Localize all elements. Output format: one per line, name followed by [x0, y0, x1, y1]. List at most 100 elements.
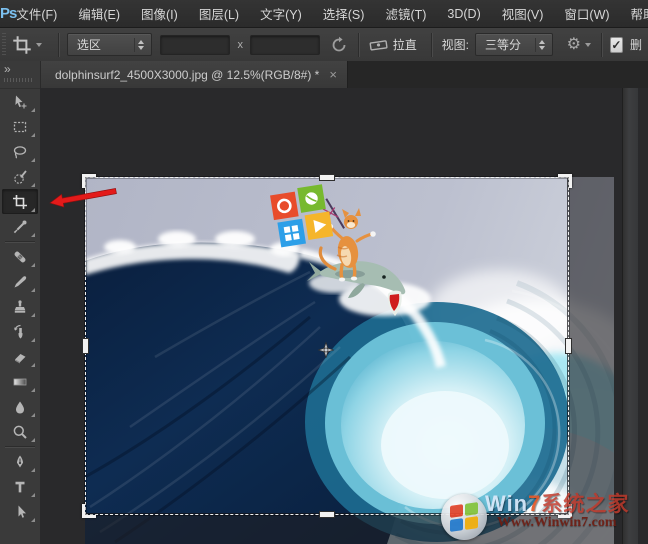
- menu-help[interactable]: 帮助(H): [631, 4, 648, 23]
- menu-image[interactable]: 图像(I): [141, 4, 178, 23]
- tool-spot-healing-brush[interactable]: [2, 244, 38, 269]
- crop-handle-top-right[interactable]: [558, 174, 572, 188]
- flyout-icon: [31, 438, 35, 442]
- updown-arrows-icon: [535, 38, 548, 52]
- close-icon[interactable]: ×: [329, 67, 337, 82]
- crop-width-input[interactable]: [160, 35, 230, 55]
- tool-eraser[interactable]: [2, 344, 38, 369]
- separator: [358, 33, 359, 57]
- tool-eyedropper[interactable]: [2, 214, 38, 239]
- flyout-icon: [31, 288, 35, 292]
- overlay-view-dropdown[interactable]: 三等分: [475, 33, 553, 56]
- tools-panel: »: [0, 61, 41, 544]
- chevron-down-icon: [585, 43, 591, 47]
- flyout-icon: [31, 338, 35, 342]
- photoshop-window: Ps 文件(F) 编辑(E) 图像(I) 图层(L) 文字(Y) 选择(S) 滤…: [0, 0, 648, 544]
- check-icon: ✓: [611, 38, 621, 52]
- options-bar-grabber[interactable]: [2, 33, 6, 57]
- flyout-icon: [31, 108, 35, 112]
- flyout-icon: [31, 233, 35, 237]
- crop-settings-button[interactable]: ⚙: [567, 37, 591, 53]
- delete-cropped-pixels-label: 删: [630, 36, 642, 53]
- collapse-panel-button[interactable]: »: [4, 62, 11, 76]
- gear-icon: ⚙: [567, 37, 581, 53]
- crop-pivot-crosshair[interactable]: [318, 342, 334, 358]
- crop-icon: [12, 35, 32, 55]
- document-title: dolphinsurf2_4500X3000.jpg @ 12.5%(RGB/8…: [55, 68, 319, 82]
- tool-clone-stamp[interactable]: [2, 294, 38, 319]
- menu-file[interactable]: 文件(F): [16, 4, 57, 23]
- crop-handle-bottom-left[interactable]: [82, 504, 96, 518]
- panel-grabber[interactable]: [4, 78, 32, 82]
- tool-group-divider: [5, 446, 35, 447]
- swap-dimensions-button[interactable]: [330, 36, 348, 54]
- separator: [431, 33, 432, 57]
- tool-path-selection[interactable]: [2, 499, 38, 524]
- crop-handle-top[interactable]: [319, 174, 335, 181]
- menubar: Ps 文件(F) 编辑(E) 图像(I) 图层(L) 文字(Y) 选择(S) 滤…: [0, 0, 648, 28]
- straighten-label[interactable]: 拉直: [393, 36, 417, 53]
- crop-aspect-value: 选区: [77, 36, 127, 53]
- tool-crop[interactable]: [2, 189, 38, 214]
- overlay-view-value: 三等分: [485, 36, 527, 53]
- delete-cropped-pixels-checkbox[interactable]: ✓: [610, 37, 623, 53]
- menu-view[interactable]: 视图(V): [502, 4, 544, 23]
- menu-3d[interactable]: 3D(D): [447, 7, 480, 21]
- updown-arrows-icon: [134, 38, 147, 52]
- watermark-brand: Win7系统之家: [485, 488, 629, 518]
- flyout-icon: [31, 158, 35, 162]
- flyout-icon: [31, 183, 35, 187]
- flyout-icon: [31, 208, 35, 212]
- options-bar: 选区 x 拉直 视图: 三等分 ⚙: [0, 28, 648, 62]
- menu-window[interactable]: 窗口(W): [564, 4, 609, 23]
- rotate-arrow-icon: [330, 36, 348, 54]
- tool-gradient[interactable]: [2, 369, 38, 394]
- crop-handle-right[interactable]: [565, 338, 572, 354]
- dimension-x-separator: x: [237, 39, 243, 51]
- flyout-icon: [31, 363, 35, 367]
- flyout-icon: [31, 133, 35, 137]
- tool-preset-picker[interactable]: [12, 35, 42, 55]
- crop-aspect-dropdown[interactable]: 选区: [67, 33, 153, 56]
- photoshop-logo: Ps: [0, 5, 16, 22]
- document-tab[interactable]: dolphinsurf2_4500X3000.jpg @ 12.5%(RGB/8…: [40, 61, 348, 88]
- crop-marquee[interactable]: [85, 177, 569, 515]
- flyout-icon: [31, 518, 35, 522]
- menu-select[interactable]: 选择(S): [323, 4, 365, 23]
- tool-quick-selection[interactable]: [2, 164, 38, 189]
- flyout-icon: [31, 468, 35, 472]
- tool-rectangular-marquee[interactable]: [2, 114, 38, 139]
- document-tab-bar: dolphinsurf2_4500X3000.jpg @ 12.5%(RGB/8…: [40, 61, 648, 89]
- separator: [601, 33, 602, 57]
- tool-history-brush[interactable]: [2, 319, 38, 344]
- vertical-scrollbar[interactable]: [622, 88, 638, 544]
- flyout-icon: [31, 263, 35, 267]
- crop-handle-bottom[interactable]: [319, 511, 335, 518]
- flyout-icon: [31, 313, 35, 317]
- windows-orb-icon: [441, 494, 487, 540]
- tool-pen[interactable]: [2, 449, 38, 474]
- tool-move[interactable]: [2, 89, 38, 114]
- separator: [58, 33, 59, 57]
- chevron-down-icon: [36, 43, 42, 47]
- straighten-button[interactable]: [369, 37, 389, 53]
- menu-filter[interactable]: 滤镜(T): [385, 4, 426, 23]
- site-watermark: Win7系统之家 Www.Winwin7.com: [441, 488, 646, 544]
- watermark-url: Www.Winwin7.com: [497, 515, 617, 531]
- tool-brush[interactable]: [2, 269, 38, 294]
- crop-handle-top-left[interactable]: [82, 174, 96, 188]
- view-label: 视图:: [442, 36, 469, 53]
- tool-dodge[interactable]: [2, 419, 38, 444]
- tool-blur[interactable]: [2, 394, 38, 419]
- menu-edit[interactable]: 编辑(E): [78, 4, 120, 23]
- menu-layer[interactable]: 图层(L): [199, 4, 239, 23]
- flyout-icon: [31, 493, 35, 497]
- tool-group-divider: [5, 241, 35, 242]
- straighten-level-icon: [369, 37, 389, 53]
- tool-horizontal-type[interactable]: [2, 474, 38, 499]
- crop-handle-left[interactable]: [82, 338, 89, 354]
- crop-height-input[interactable]: [250, 35, 320, 55]
- menu-type[interactable]: 文字(Y): [260, 4, 302, 23]
- flyout-icon: [31, 388, 35, 392]
- tool-lasso[interactable]: [2, 139, 38, 164]
